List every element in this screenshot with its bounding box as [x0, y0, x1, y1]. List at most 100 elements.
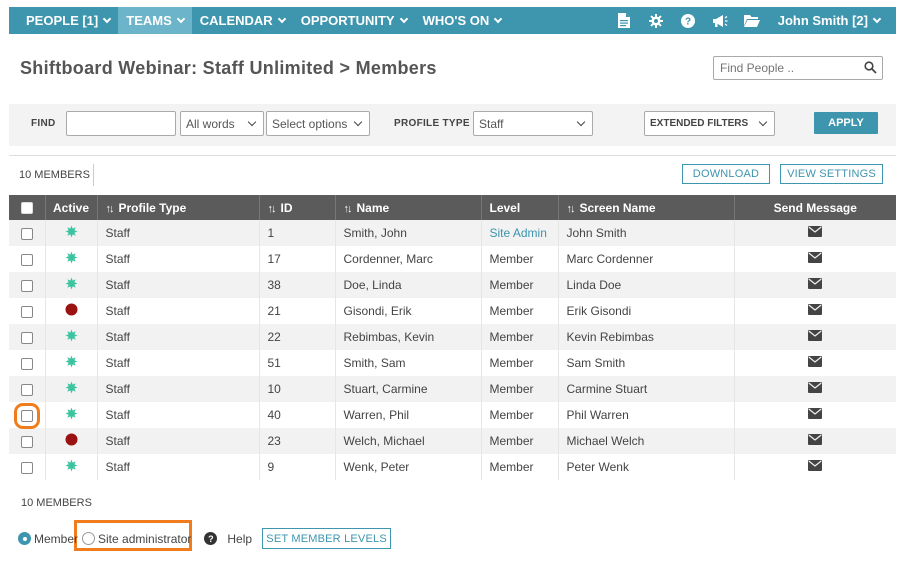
active-status-icon: [65, 355, 77, 368]
id-cell: 23: [259, 428, 336, 454]
chevron-down-icon: [399, 14, 408, 23]
inactive-status-icon: [65, 433, 77, 446]
id-cell: 51: [259, 350, 336, 376]
gear-icon[interactable]: [640, 7, 672, 34]
site-admin-radio[interactable]: [82, 532, 96, 545]
member-radio-label[interactable]: Member: [34, 532, 78, 546]
envelope-icon[interactable]: [808, 434, 823, 445]
table-row: Staff 38 Doe, Linda Member Linda Doe: [9, 272, 896, 298]
megaphone-icon[interactable]: [704, 7, 736, 34]
screen-name-cell: John Smith: [558, 220, 735, 246]
envelope-icon[interactable]: [808, 356, 823, 367]
name-cell: Smith, John: [335, 220, 482, 246]
active-status-cell: [45, 272, 98, 298]
view-settings-button[interactable]: VIEW SETTINGS: [780, 164, 883, 184]
profile-type-cell: Staff: [97, 402, 260, 428]
table-row: Staff 51 Smith, Sam Member Sam Smith: [9, 350, 896, 376]
search-icon[interactable]: [864, 61, 877, 74]
column-header-profile-type[interactable]: ↑↓ Profile Type: [97, 195, 260, 220]
nav-people-label: PEOPLE [1]: [26, 13, 99, 28]
help-label[interactable]: Help: [227, 532, 252, 546]
envelope-icon[interactable]: [808, 408, 823, 419]
profile-type-cell: Staff: [97, 376, 260, 402]
level-cell: Member: [481, 246, 559, 272]
row-checkbox[interactable]: [20, 383, 33, 396]
download-button[interactable]: DOWNLOAD: [682, 164, 770, 184]
site-admin-radio-label[interactable]: Site administrator: [98, 532, 191, 546]
nav-teams[interactable]: TEAMS: [118, 7, 192, 34]
active-status-icon: [65, 381, 77, 394]
extended-filters-dropdown[interactable]: EXTENDED FILTERS: [644, 111, 775, 136]
row-select-cell: [9, 454, 46, 480]
row-checkbox[interactable]: [20, 279, 33, 292]
set-member-levels-button[interactable]: SET MEMBER LEVELS: [262, 528, 392, 549]
table-row: Staff 1 Smith, John Site Admin John Smith: [9, 220, 896, 246]
envelope-icon[interactable]: [808, 460, 823, 471]
help-icon[interactable]: ?: [672, 7, 704, 34]
name-cell: Rebimbas, Kevin: [335, 324, 482, 350]
sort-icon: ↑↓: [566, 202, 576, 215]
row-checkbox[interactable]: [20, 305, 33, 318]
user-menu[interactable]: John Smith [2]: [768, 13, 896, 28]
row-select-cell: [9, 272, 46, 298]
level-cell: Member: [481, 376, 559, 402]
profile-type-select[interactable]: Staff: [473, 111, 593, 136]
svg-text:?: ?: [685, 16, 691, 27]
row-checkbox[interactable]: [20, 435, 33, 448]
level-value: Member: [489, 304, 534, 318]
active-status-cell: [45, 402, 98, 428]
id-cell: 40: [259, 402, 336, 428]
column-header-name[interactable]: ↑↓ Name: [335, 195, 482, 220]
send-message-cell: [734, 272, 896, 298]
row-checkbox[interactable]: [20, 331, 33, 344]
top-nav: PEOPLE [1] TEAMS CALENDAR OPPORTUNITY WH…: [9, 7, 896, 34]
row-checkbox[interactable]: [20, 227, 33, 240]
select-all-checkbox[interactable]: [20, 202, 33, 215]
profile-type-cell: Staff: [97, 454, 260, 480]
options-select[interactable]: Select options: [266, 111, 370, 136]
level-cell: Member: [481, 298, 559, 324]
nav-people[interactable]: PEOPLE [1]: [9, 7, 118, 34]
find-people-input[interactable]: [714, 57, 854, 79]
table-header-row: Active ↑↓ Profile Type ↑↓ ID ↑↓ Name Level …: [9, 195, 896, 220]
active-status-icon: [65, 407, 77, 420]
screen-name-cell: Phil Warren: [558, 402, 735, 428]
match-mode-select[interactable]: All words: [180, 111, 264, 136]
apply-button[interactable]: APPLY: [814, 112, 878, 134]
row-checkbox[interactable]: [20, 253, 33, 266]
active-status-icon: [65, 459, 77, 472]
filter-bar: FIND All words Select options PROFILE TY…: [9, 104, 896, 146]
column-header-screen-name[interactable]: ↑↓ Screen Name: [558, 195, 735, 220]
nav-whos-on[interactable]: WHO'S ON: [415, 7, 510, 34]
row-select-cell: [9, 428, 46, 454]
column-header-active[interactable]: Active: [45, 195, 98, 220]
active-status-cell: [45, 428, 98, 454]
envelope-icon[interactable]: [808, 278, 823, 289]
envelope-icon[interactable]: [808, 252, 823, 263]
row-checkbox[interactable]: [20, 461, 33, 474]
member-radio[interactable]: [18, 532, 31, 545]
column-header-id[interactable]: ↑↓ ID: [259, 195, 336, 220]
row-checkbox[interactable]: [13, 402, 40, 429]
help-icon[interactable]: ?: [204, 532, 218, 545]
chevron-down-icon: [758, 117, 768, 127]
level-value[interactable]: Site Admin: [490, 226, 547, 240]
nav-calendar[interactable]: CALENDAR: [192, 7, 293, 34]
chevron-down-icon: [103, 14, 112, 23]
envelope-icon[interactable]: [808, 226, 823, 237]
envelope-icon[interactable]: [808, 382, 823, 393]
members-table: Active ↑↓ Profile Type ↑↓ ID ↑↓ Name Level …: [9, 195, 896, 480]
level-cell: Member: [481, 402, 559, 428]
document-icon[interactable]: [608, 7, 640, 34]
folder-icon[interactable]: [736, 7, 768, 34]
row-checkbox[interactable]: [20, 357, 33, 370]
nav-opportunity[interactable]: OPPORTUNITY: [293, 7, 415, 34]
send-message-cell: [734, 428, 896, 454]
send-message-cell: [734, 402, 896, 428]
chevron-down-icon: [247, 117, 257, 127]
column-header-level[interactable]: Level: [481, 195, 559, 220]
profile-type-cell: Staff: [97, 220, 260, 246]
envelope-icon[interactable]: [808, 304, 823, 315]
envelope-icon[interactable]: [808, 330, 823, 341]
find-input[interactable]: [66, 111, 176, 136]
